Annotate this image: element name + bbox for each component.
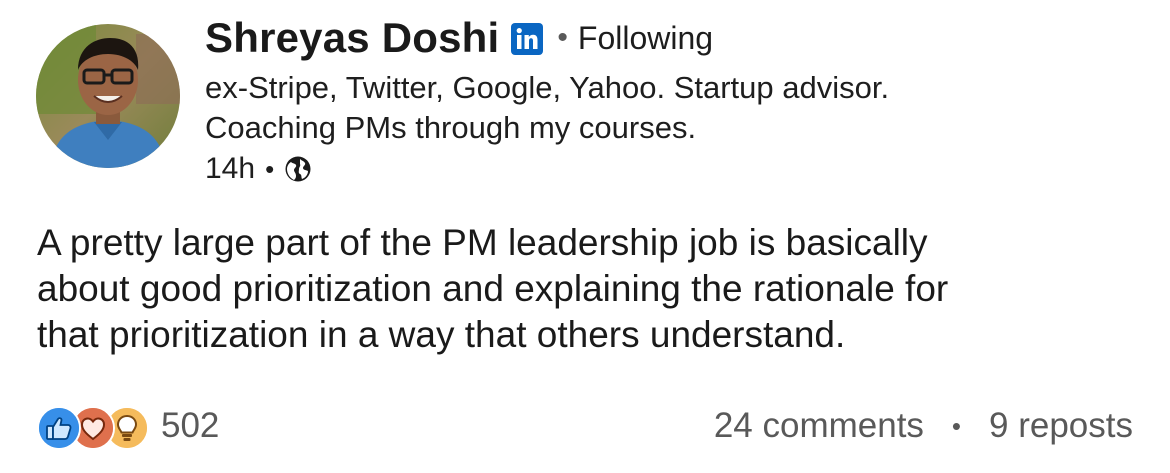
linkedin-icon bbox=[511, 23, 544, 55]
following-status[interactable]: Following bbox=[578, 20, 713, 57]
reposts-count-link[interactable]: 9 reposts bbox=[989, 406, 1133, 446]
engagement-counts: 24 comments • 9 reposts bbox=[714, 406, 1133, 446]
headline-line: ex-Stripe, Twitter, Google, Yahoo. Start… bbox=[205, 70, 890, 105]
reactions-summary[interactable]: 502 bbox=[37, 404, 220, 450]
post-meta: 14h • bbox=[205, 150, 1145, 188]
post-text-line: A pretty large part of the PM leadership… bbox=[37, 222, 928, 263]
post-header: Shreyas Doshi • Following ex-Stripe, Twi… bbox=[205, 10, 1145, 188]
like-icon bbox=[37, 406, 81, 450]
reaction-icons bbox=[37, 404, 149, 450]
post-text: A pretty large part of the PM leadership… bbox=[37, 220, 1137, 358]
feed-post: Shreyas Doshi • Following ex-Stripe, Twi… bbox=[0, 0, 1170, 473]
avatar-photo bbox=[36, 24, 180, 168]
author-name-row: Shreyas Doshi • Following bbox=[205, 10, 1145, 66]
author-avatar[interactable] bbox=[36, 24, 180, 168]
separator-dot: • bbox=[951, 410, 962, 441]
post-text-line: about good prioritization and explaining… bbox=[37, 268, 949, 309]
author-name[interactable]: Shreyas Doshi bbox=[205, 14, 499, 62]
author-headline: ex-Stripe, Twitter, Google, Yahoo. Start… bbox=[205, 68, 1145, 148]
post-text-line: that prioritization in a way that others… bbox=[37, 314, 846, 355]
social-counts-bar: 502 24 comments • 9 reposts bbox=[37, 398, 1133, 454]
headline-line: Coaching PMs through my courses. bbox=[205, 110, 697, 145]
reaction-count: 502 bbox=[161, 406, 220, 445]
separator-dot: • bbox=[557, 21, 568, 54]
globe-icon bbox=[284, 155, 312, 183]
separator-dot: • bbox=[265, 153, 275, 184]
post-timestamp[interactable]: 14h bbox=[205, 152, 255, 186]
comments-count-link[interactable]: 24 comments bbox=[714, 406, 924, 446]
